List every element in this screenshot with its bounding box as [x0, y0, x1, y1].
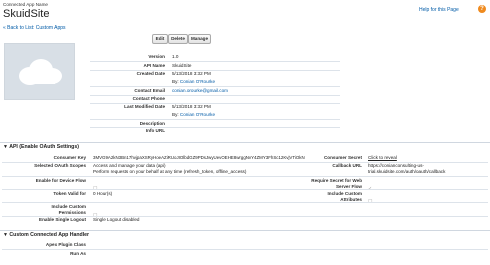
custom-permissions-label: Include Custom Permissions: [51, 204, 86, 215]
token-valid-label: Token Valid for: [53, 191, 86, 196]
callback-url-line-2: trial.skuidsite.com/auth/oauth/callback: [368, 169, 446, 174]
edit-button[interactable]: Edit: [152, 34, 168, 44]
modified-by-value: By: Conian O'Rourke: [172, 112, 216, 117]
api-name-value: SkuidSite: [172, 63, 192, 68]
created-by-value: By: Conian O'Rourke: [172, 79, 216, 84]
last-modified-value: 5/13/2018 3:32 PM: [172, 104, 211, 109]
device-flow-label: Enable for Device Flow: [35, 178, 86, 183]
version-label: Version: [148, 54, 165, 59]
contact-phone-label: Contact Phone: [132, 96, 165, 101]
version-value: 1.0: [172, 54, 179, 59]
handler-section-title: Custom Connected App Handler: [9, 232, 90, 238]
back-to-list-link[interactable]: « Back to List: Custom Apps: [3, 25, 66, 31]
app-logo-placeholder: [4, 43, 75, 100]
manage-button[interactable]: Manage: [188, 34, 211, 44]
collapse-triangle-icon[interactable]: ▼: [3, 231, 8, 239]
created-by-link[interactable]: Conian O'Rourke: [180, 79, 215, 84]
last-modified-label: Last Modified Date: [124, 104, 165, 109]
help-link[interactable]: Help for this Page: [419, 7, 459, 13]
page-title: SkuidSite: [3, 8, 50, 20]
api-name-label: API Name: [143, 63, 165, 68]
modified-by-link[interactable]: Conian O'Rourke: [180, 112, 215, 117]
info-url-label: Info URL: [145, 128, 165, 133]
collapse-triangle-icon[interactable]: ▼: [3, 143, 8, 151]
api-section-header[interactable]: ▼ API (Enable OAuth Settings): [0, 142, 490, 151]
single-logout-value: Single Logout disabled: [93, 217, 140, 222]
oauth-scope-1: Access and manage your data (api): [93, 163, 166, 168]
callback-url-label: Callback URL: [332, 163, 362, 168]
help-icon[interactable]: ?: [478, 5, 486, 13]
callback-url-line-1: https://conianconsulting-us-: [368, 163, 424, 168]
api-section-title: API (Enable OAuth Settings): [9, 144, 79, 150]
description-label: Description: [139, 121, 165, 126]
consumer-secret-label: Consumer Secret: [323, 155, 362, 160]
reveal-secret-link[interactable]: Click to reveal: [368, 155, 397, 160]
delete-button[interactable]: Delete: [168, 34, 188, 44]
apex-plugin-label: Apex Plugin Class: [45, 242, 86, 247]
handler-section-header[interactable]: ▼ Custom Connected App Handler: [0, 230, 490, 239]
single-logout-label: Enable Single Logout: [39, 217, 86, 222]
contact-email-label: Contact Email: [134, 88, 165, 93]
token-valid-value: 0 Hour(s): [93, 191, 113, 196]
custom-attributes-checkbox: ☐: [368, 199, 373, 205]
consumer-key-label: Consumer Key: [53, 155, 86, 160]
run-as-label: Run As: [70, 251, 86, 256]
oauth-scope-2: Perform requests on your behalf at any t…: [93, 169, 247, 174]
created-date-label: Created Date: [136, 71, 165, 76]
consumer-key-value: 3MVG9A2kN3Bn17hvjpaXSRyHoeAZiRUoJIOlbdGZ…: [93, 155, 305, 160]
page-subtitle: Connected App Name: [3, 2, 48, 7]
cloud-icon: [19, 59, 62, 85]
contact-email-link[interactable]: conian.orourke@gmail.com: [172, 88, 228, 93]
oauth-scopes-label: Selected OAuth Scopes: [34, 163, 86, 168]
created-date-value: 5/13/2018 3:32 PM: [172, 71, 211, 76]
